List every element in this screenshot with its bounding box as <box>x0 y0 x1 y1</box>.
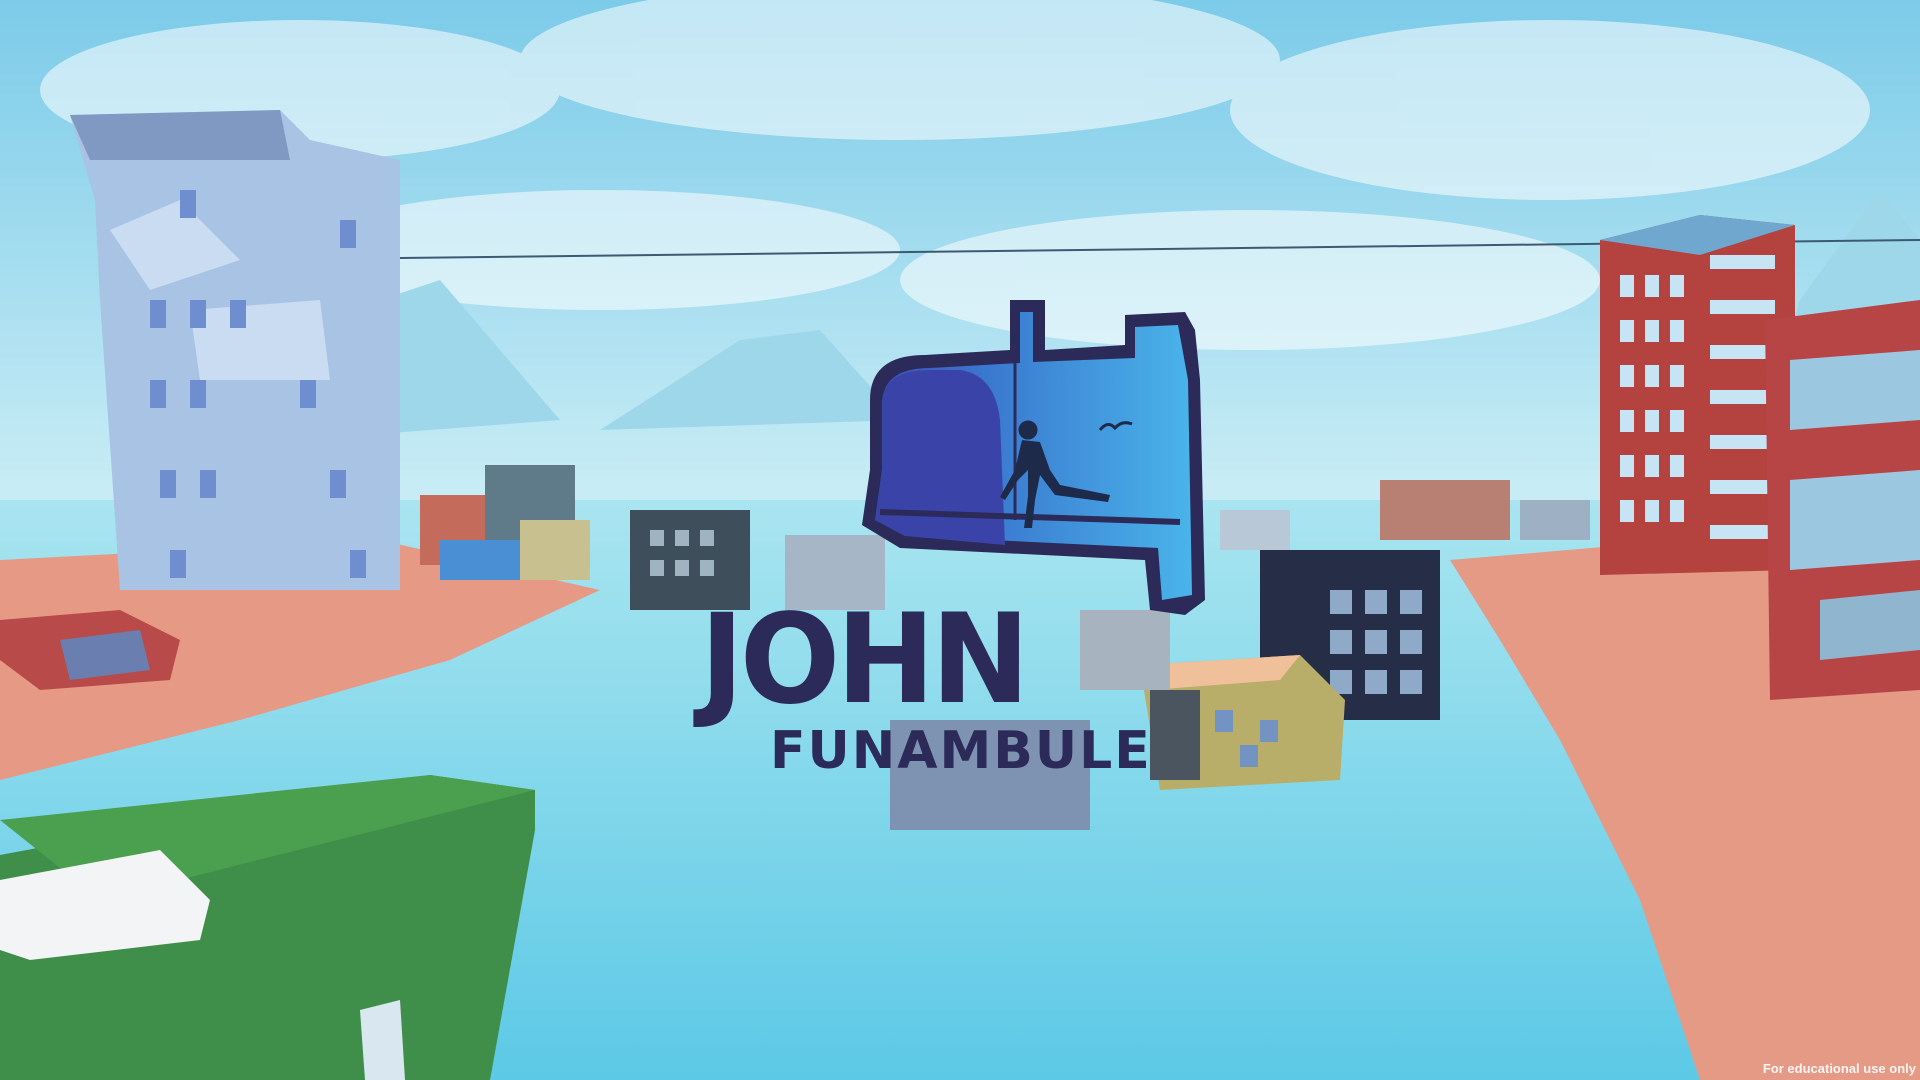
game-scene <box>0 0 1920 1080</box>
watermark-text: For educational use only <box>1762 1061 1916 1076</box>
game-subtitle: FUNAMBULE <box>770 721 1152 781</box>
game-title: JOHN <box>700 586 1030 732</box>
foreground-green-roof <box>0 775 535 1080</box>
left-tower <box>70 110 400 590</box>
